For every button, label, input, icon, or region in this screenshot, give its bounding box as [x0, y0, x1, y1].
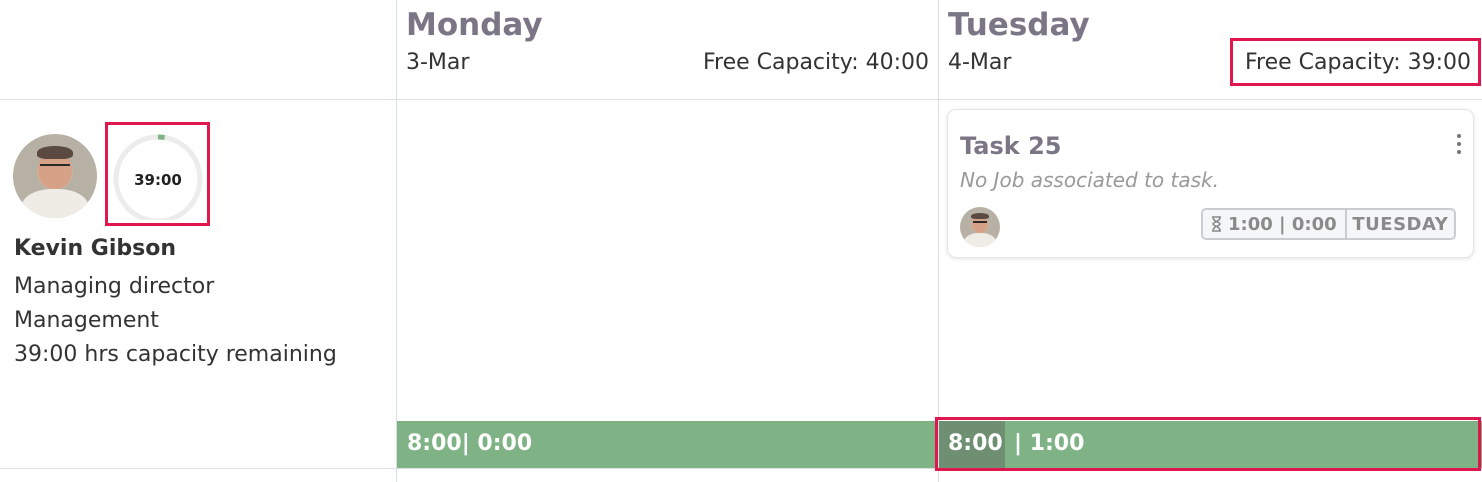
day-date-tuesday: 4-Mar — [948, 50, 1012, 75]
task-subtitle: No Job associated to task. — [960, 168, 1219, 192]
free-capacity-monday: Free Capacity: 40:00 — [702, 50, 929, 75]
task-card[interactable]: Task 25 No Job associated to task. 1:00 … — [947, 109, 1474, 258]
capacity-ring: 39:00 — [113, 134, 203, 220]
summary-bar-tuesday: 8:00 | 1:00 — [939, 421, 1482, 468]
task-time-tag: 1:00 | 0:00 TUESDAY — [1201, 208, 1456, 240]
task-day-tag: TUESDAY — [1352, 213, 1449, 235]
row-divider — [0, 468, 1482, 469]
task-assignee-avatar — [960, 207, 1000, 247]
avatar — [13, 134, 97, 218]
person-name: Kevin Gibson — [14, 236, 177, 261]
task-hours: 1:00 | 0:00 — [1228, 213, 1337, 235]
capacity-ring-value: 39:00 — [134, 171, 182, 189]
free-capacity-tuesday: Free Capacity: 39:00 — [1244, 50, 1471, 75]
column-divider-monday — [396, 0, 397, 482]
day-header-monday: Monday — [406, 7, 543, 43]
kebab-menu-icon[interactable] — [1455, 134, 1463, 158]
person-role: Managing director — [14, 274, 215, 299]
task-title: Task 25 — [960, 132, 1062, 160]
summary-tuesday-rest: | 1:00 — [1014, 431, 1085, 456]
person-department: Management — [14, 308, 159, 333]
day-header-tuesday: Tuesday — [948, 7, 1090, 43]
summary-tuesday-used: 8:00 — [948, 431, 1003, 456]
person-capacity-remaining: 39:00 hrs capacity remaining — [14, 342, 337, 367]
hourglass-icon — [1212, 216, 1221, 232]
column-divider-tuesday — [938, 0, 939, 482]
header-divider — [0, 99, 1482, 100]
summary-monday-text: 8:00| 0:00 — [407, 431, 533, 456]
summary-bar-monday: 8:00| 0:00 — [397, 421, 938, 468]
day-date-monday: 3-Mar — [406, 50, 470, 75]
